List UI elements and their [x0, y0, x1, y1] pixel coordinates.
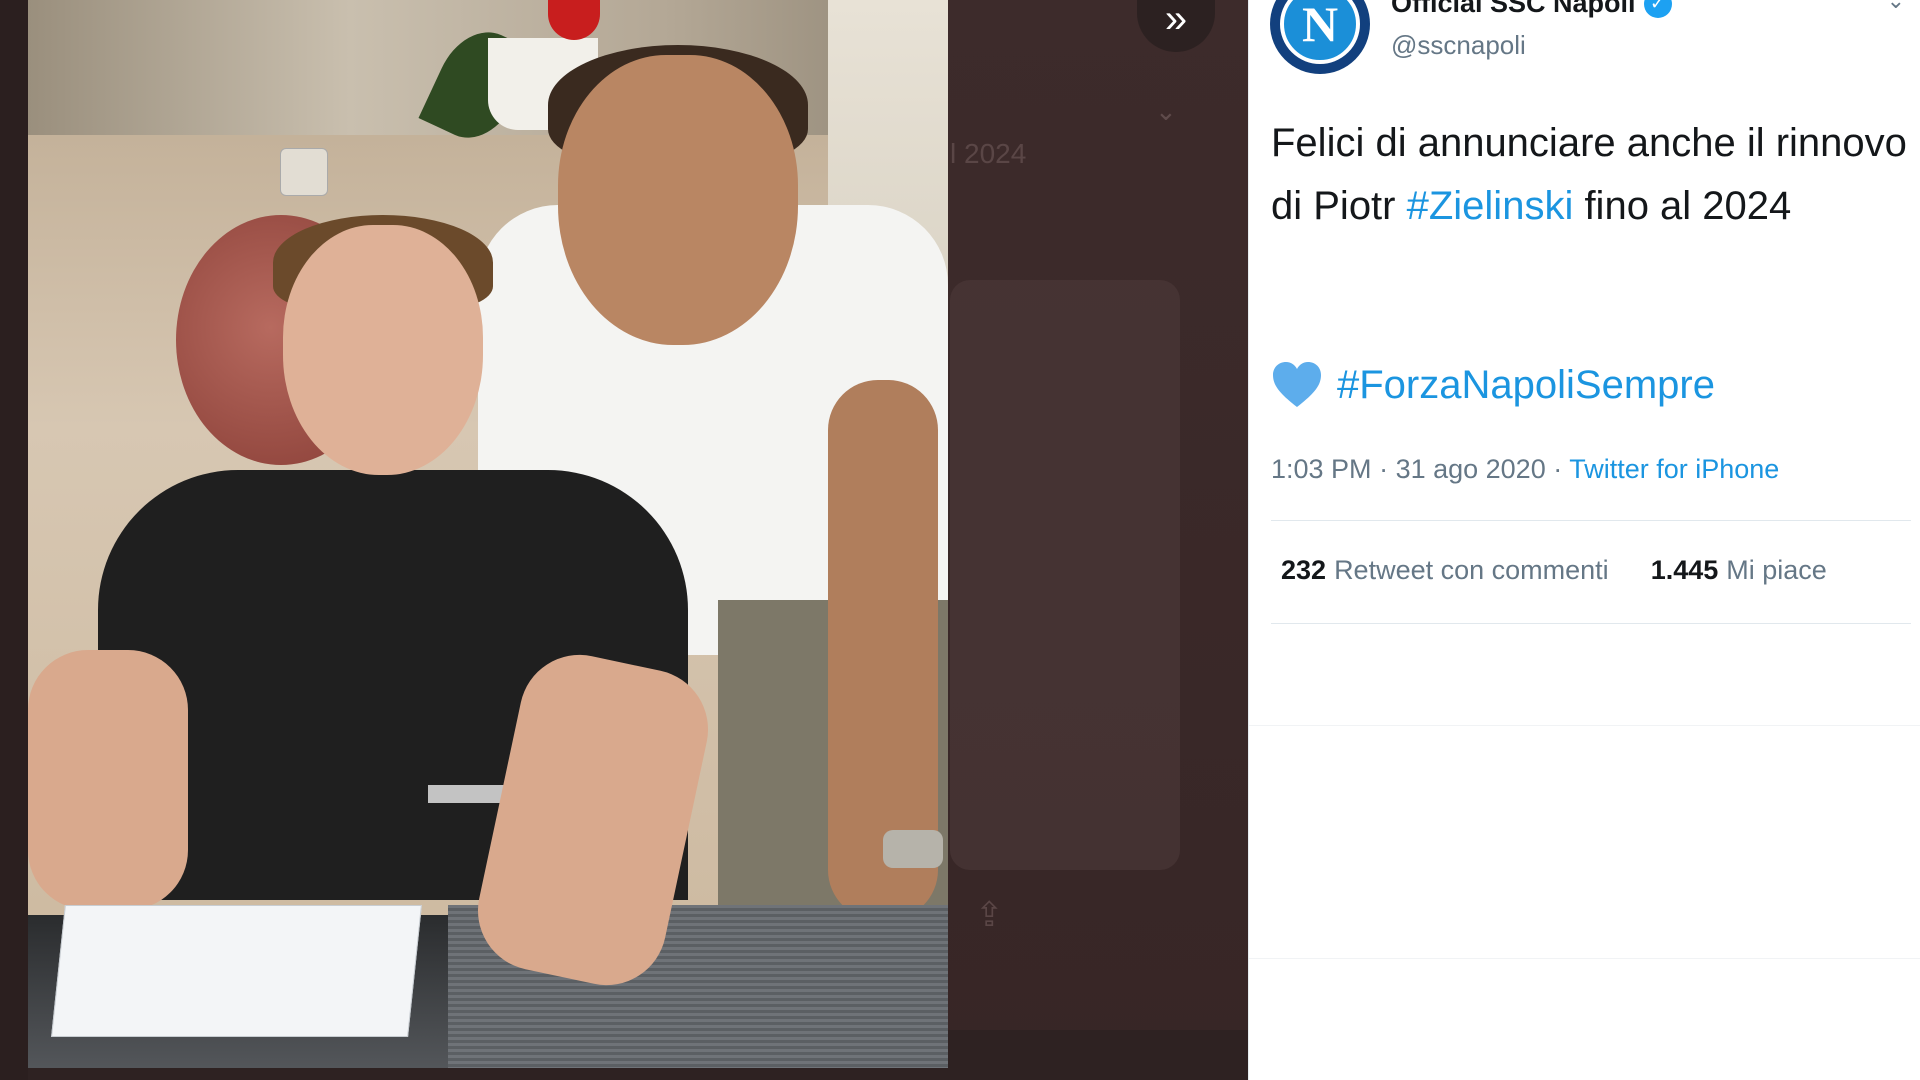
- background-share-icon: ⇪: [975, 896, 1004, 934]
- tweet-time[interactable]: 1:03 PM: [1271, 454, 1372, 484]
- meta-separator: ·: [1371, 454, 1396, 484]
- divider: [1271, 520, 1911, 521]
- chevron-down-icon[interactable]: ⌄: [1887, 0, 1905, 14]
- tweet-source-link[interactable]: Twitter for iPhone: [1569, 454, 1779, 484]
- tweet-text-hashtag-line: #ForzaNapoliSempre: [1271, 355, 1715, 415]
- display-name[interactable]: Official SSC Napoli ✓: [1391, 0, 1672, 19]
- photo-standing-man-face: [558, 55, 798, 345]
- napoli-logo-icon: N: [1280, 0, 1360, 64]
- meta-separator: ·: [1545, 454, 1570, 484]
- hashtag-link-forzanapolisempre[interactable]: #ForzaNapoliSempre: [1337, 355, 1715, 415]
- likes-label: Mi piace: [1726, 555, 1827, 585]
- blue-heart-emoji-icon: [1273, 362, 1321, 407]
- left-edge: [0, 0, 28, 1080]
- tweet-text-part: fino al 2024: [1573, 184, 1792, 228]
- retweets-label: Retweet con commenti: [1334, 555, 1609, 585]
- avatar[interactable]: N: [1270, 0, 1370, 74]
- tweet-meta: 1:03 PM · 31 ago 2020 · Twitter for iPho…: [1271, 454, 1779, 485]
- retweets-count: 232: [1281, 555, 1327, 585]
- likes-stat[interactable]: 1.445 Mi piace: [1651, 555, 1827, 586]
- background-media-card: [950, 280, 1180, 870]
- background-chevron-icon: ⌄: [1155, 96, 1177, 126]
- retweets-stat[interactable]: 232 Retweet con commenti: [1281, 555, 1609, 586]
- verified-badge-icon: ✓: [1643, 0, 1672, 18]
- photo-seated-player-left-arm: [28, 650, 188, 910]
- tweet-date[interactable]: 31 ago 2020: [1396, 454, 1546, 484]
- photo-sign: [280, 148, 328, 196]
- tweet-text: Felici di annunciare anche il rinnovo di…: [1271, 112, 1911, 238]
- background-tweet-text: l 2024: [950, 138, 1027, 169]
- hashtag-link-zielinski[interactable]: #Zielinski: [1407, 184, 1574, 228]
- user-handle[interactable]: @sscnapoli: [1391, 30, 1526, 61]
- tweet-panel: N Official SSC Napoli ✓ @sscnapoli ⌄ Fel…: [1248, 0, 1920, 1080]
- faint-divider: [1249, 725, 1920, 726]
- tweet-stats: 232 Retweet con commenti 1.445 Mi piace: [1281, 555, 1827, 586]
- display-name-text: Official SSC Napoli: [1391, 0, 1636, 18]
- faint-divider: [1249, 958, 1920, 959]
- likes-count: 1.445: [1650, 555, 1719, 585]
- photo-contract-papers: [51, 905, 422, 1037]
- double-chevron-right-icon: »: [1164, 0, 1188, 41]
- photo-seated-player-face: [283, 225, 483, 475]
- photo-wristwatch: [883, 830, 943, 868]
- divider: [1271, 623, 1911, 624]
- tweet-photo[interactable]: [28, 0, 948, 1068]
